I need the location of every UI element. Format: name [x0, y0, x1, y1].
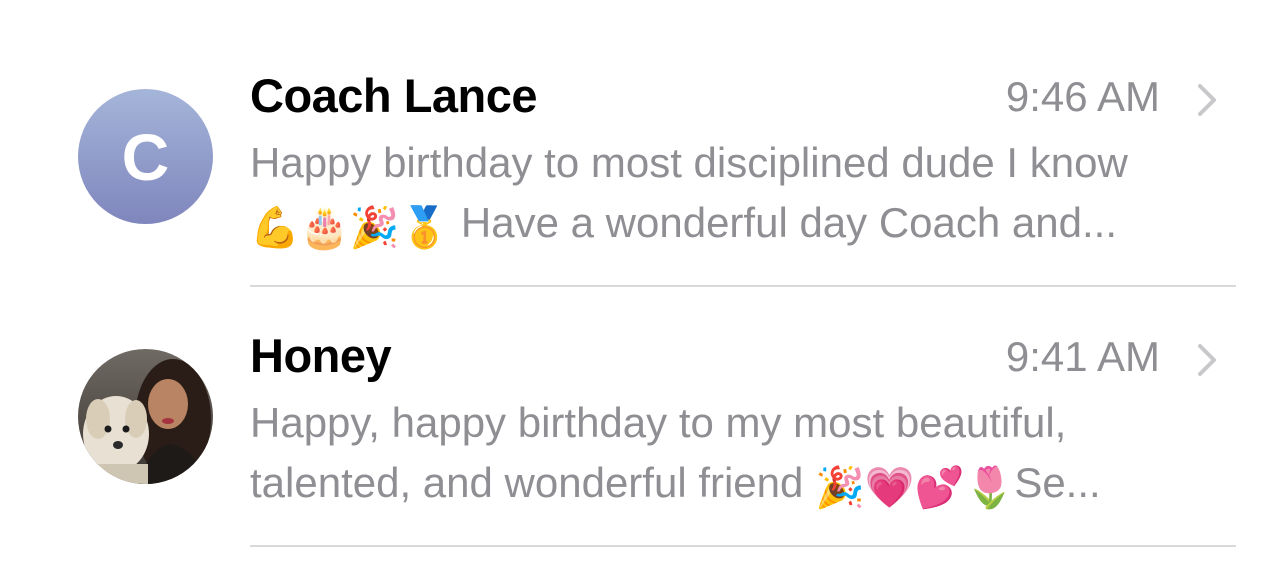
chevron-right-icon: [1198, 84, 1216, 116]
message-preview: Happy, happy birthday to my most beautif…: [250, 393, 1225, 513]
chevron-right-icon: [1198, 344, 1216, 376]
tulip-emoji: 🌷: [964, 465, 1015, 511]
birthday-cake-emoji: 🎂: [299, 205, 350, 251]
preview-line: Happy, happy birthday to my most beautif…: [250, 399, 1067, 446]
preview-line: Happy birthday to most disciplined dude …: [250, 139, 1128, 186]
photo-avatar: [78, 349, 213, 484]
preview-text: talented, and wonderful friend: [250, 459, 804, 506]
party-popper-emoji: 🎉: [349, 205, 400, 251]
divider: [250, 545, 1236, 547]
preview-line: 💪🎂🎉🥇 Have a wonderful day Coach and...: [250, 193, 1225, 253]
gold-medal-emoji: 🥇: [399, 205, 450, 251]
message-time: 9:41 AM: [1005, 333, 1160, 380]
divider: [250, 285, 1236, 287]
avatar-initial: C: [121, 119, 170, 194]
avatar: [78, 349, 213, 484]
party-popper-emoji: 🎉: [815, 465, 865, 511]
conversation-row[interactable]: C Coach Lance 9:46 AM Happy birthday to …: [0, 28, 1284, 288]
two-hearts-emoji: 💕: [914, 465, 965, 511]
preview-text: Have a wonderful day Coach and...: [460, 199, 1117, 246]
growing-heart-emoji: 💗: [864, 465, 915, 511]
contact-name: Coach Lance: [250, 69, 538, 122]
message-time: 9:46 AM: [1005, 73, 1160, 120]
preview-text-tail: Se...: [1014, 459, 1101, 506]
avatar: C: [78, 89, 213, 224]
contact-name: Honey: [250, 329, 392, 382]
flexed-biceps-emoji: 💪: [250, 205, 300, 251]
preview-line: talented, and wonderful friend 🎉💗💕🌷Se...: [250, 453, 1225, 513]
conversation-row[interactable]: Honey 9:41 AM Happy, happy birthday to m…: [0, 288, 1284, 548]
message-preview: Happy birthday to most disciplined dude …: [250, 133, 1225, 253]
